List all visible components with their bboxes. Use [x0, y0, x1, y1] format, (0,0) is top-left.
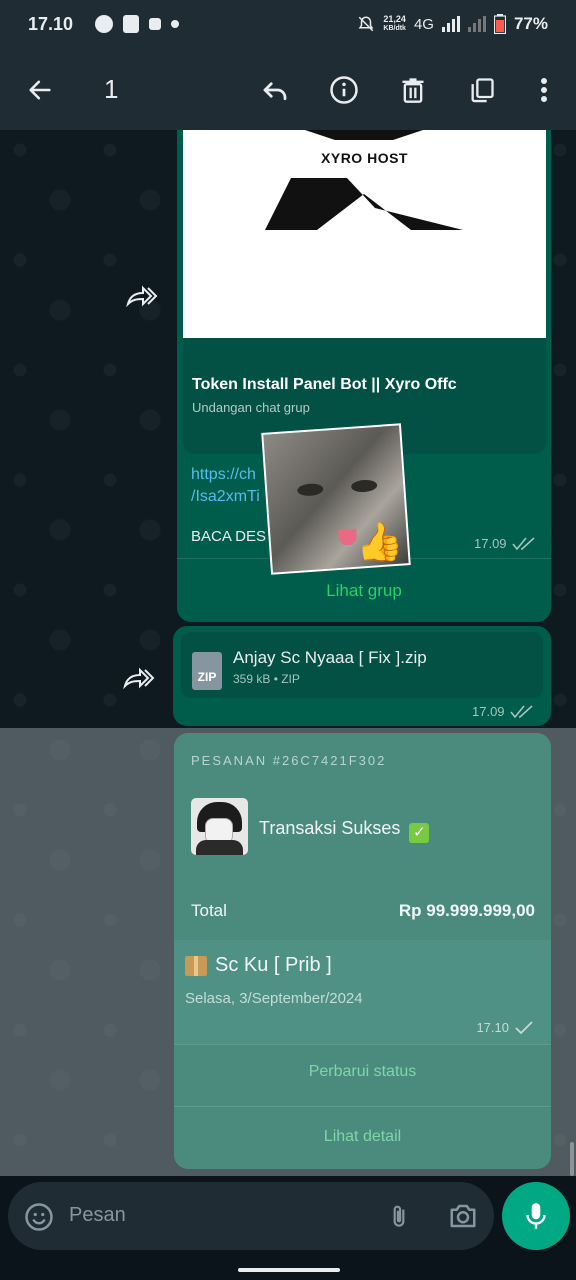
file-message-bubble[interactable]: ZIP Anjay Sc Nyaaa [ Fix ].zip 359 kB • …: [173, 626, 551, 726]
reply-icon[interactable]: [255, 70, 295, 110]
status-right: 21,24 KB/dtk 4G 77%: [357, 14, 548, 34]
battery-percent: 77%: [513, 14, 548, 33]
zip-file-icon: ZIP: [192, 652, 222, 690]
total-label: Total: [191, 901, 227, 920]
action-divider: [174, 1106, 551, 1107]
file-message-meta: 17.09: [472, 704, 534, 719]
product-name: Sc Ku [ Prib ]: [215, 954, 332, 976]
battery-icon: [493, 14, 506, 34]
file-name: Anjay Sc Nyaaa [ Fix ].zip: [233, 648, 427, 667]
logo-text: XYRO HOST: [321, 150, 408, 166]
thumbnail-body: [196, 840, 243, 855]
update-status-button[interactable]: Perbarui status: [174, 1063, 551, 1081]
view-detail-button[interactable]: Lihat detail: [174, 1128, 551, 1146]
sticker-eye: [296, 482, 324, 497]
url-line-1[interactable]: https://ch: [191, 464, 260, 486]
shopping-bag-icon: [123, 15, 140, 33]
delete-icon[interactable]: [393, 70, 433, 110]
signal-weak-icon: [467, 16, 486, 32]
net-speed-value: 21,24: [383, 14, 406, 24]
double-check-icon: [509, 704, 533, 718]
total-value: Rp 99.999.999,00: [398, 901, 535, 920]
action-divider: [174, 1044, 551, 1045]
message-time: 17.09: [474, 536, 507, 551]
message-text: BACA DES: [191, 528, 267, 545]
cat-sticker[interactable]: 👍: [261, 423, 411, 575]
dot-icon: [171, 20, 180, 28]
file-attachment[interactable]: ZIP Anjay Sc Nyaaa [ Fix ].zip 359 kB • …: [181, 632, 543, 698]
speedometer-icon: [95, 15, 114, 33]
group-preview-image: XYRO HOST: [183, 130, 546, 338]
camera-icon[interactable]: [448, 1202, 478, 1230]
info-icon[interactable]: [324, 70, 364, 110]
mic-icon: [526, 1203, 546, 1229]
status-bar: 17.10 21,24 KB/dtk 4G 77%: [0, 0, 576, 48]
thumbs-up-icon: 👍: [354, 520, 405, 566]
sticker-eye: [350, 479, 378, 493]
package-icon: [185, 955, 207, 976]
emoji-icon[interactable]: [24, 1202, 54, 1232]
check-mark-icon: ✓: [409, 823, 430, 843]
message-input[interactable]: Pesan: [8, 1182, 494, 1250]
selection-toolbar: 1: [0, 48, 576, 130]
message-time: 17.10: [476, 1020, 509, 1035]
signal-icon: [441, 16, 460, 32]
notification-icon: [149, 18, 162, 30]
order-header: PESANAN #26C7421F302: [191, 753, 387, 768]
selected-count: 1: [104, 74, 119, 104]
order-meta: 17.10: [476, 1020, 533, 1035]
home-indicator[interactable]: [238, 1268, 340, 1272]
mute-bell-icon: [358, 16, 374, 32]
order-title-text: Transaksi Sukses: [259, 818, 401, 838]
forward-icon[interactable]: [126, 284, 160, 308]
chat-area: XYRO HOST Token Install Panel Bot || Xyr…: [0, 130, 576, 1176]
order-date: Selasa, 3/September/2024: [185, 990, 363, 1007]
order-message-bubble[interactable]: PESANAN #26C7421F302 Transaksi Sukses ✓ …: [174, 733, 551, 1169]
input-placeholder: Pesan: [69, 1204, 126, 1226]
file-info: 359 kB • ZIP: [233, 672, 300, 686]
group-title: Token Install Panel Bot || Xyro Offc: [192, 376, 457, 393]
message-input-bar: Pesan: [0, 1176, 576, 1280]
message-time: 17.09: [472, 704, 505, 719]
url-line-2[interactable]: /Isa2xmTi: [191, 486, 260, 508]
forward-icon[interactable]: [123, 666, 157, 690]
view-group-button[interactable]: Lihat grup: [177, 581, 551, 601]
double-check-icon: [511, 536, 535, 550]
network-type: 4G: [413, 15, 434, 33]
copy-icon[interactable]: [462, 70, 502, 110]
order-product-section: Sc Ku [ Prib ] Selasa, 3/September/2024 …: [174, 940, 551, 1044]
single-check-icon: [515, 1020, 533, 1034]
mic-button[interactable]: [502, 1182, 570, 1250]
attach-icon[interactable]: [386, 1202, 412, 1232]
group-url[interactable]: https://ch /Isa2xmTi: [191, 464, 260, 508]
net-speed-unit: KB/dtk: [383, 25, 406, 32]
status-time: 17.10: [28, 13, 74, 34]
back-arrow-icon[interactable]: [20, 70, 60, 110]
order-title: Transaksi Sukses ✓: [259, 818, 430, 843]
message-meta: 17.09: [474, 536, 536, 551]
more-icon[interactable]: [524, 70, 564, 110]
scrollbar-thumb[interactable]: [570, 1142, 574, 1176]
group-subtitle: Undangan chat grup: [192, 400, 310, 415]
order-thumbnail: [191, 798, 248, 855]
product-row: Sc Ku [ Prib ]: [185, 954, 332, 977]
net-speed: 21,24 KB/dtk: [383, 15, 406, 33]
